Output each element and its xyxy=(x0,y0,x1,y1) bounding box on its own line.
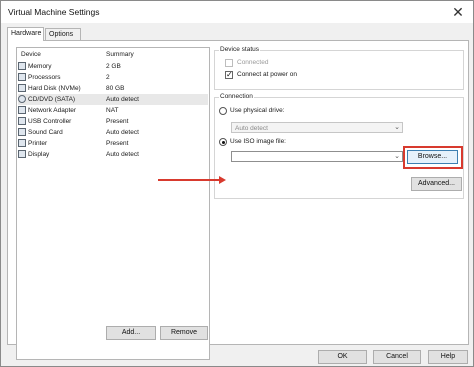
cancel-button[interactable]: Cancel xyxy=(373,350,421,364)
processor-icon xyxy=(18,73,26,81)
device-row-display[interactable]: Display Auto detect xyxy=(18,149,208,160)
hardware-panel: Device Summary Memory 2 GB Processors 2 … xyxy=(7,40,469,360)
connected-checkbox[interactable] xyxy=(225,59,233,67)
use-iso-image-label: Use ISO image file: xyxy=(230,138,286,145)
physical-drive-value: Auto detect xyxy=(235,124,268,132)
display-icon xyxy=(18,150,26,158)
hard-disk-icon xyxy=(18,84,26,92)
device-status-title: Device status xyxy=(219,46,261,53)
device-summary: Auto detect xyxy=(106,128,139,136)
device-name: Processors xyxy=(28,73,61,81)
use-physical-drive-label: Use physical drive: xyxy=(230,107,285,114)
tab-hardware[interactable]: Hardware xyxy=(7,27,44,41)
annotation-arrow-line xyxy=(158,179,222,181)
device-name: Network Adapter xyxy=(28,106,77,114)
device-summary: 2 xyxy=(106,73,110,81)
chevron-down-icon: ⌄ xyxy=(394,153,400,160)
remove-device-button[interactable]: Remove xyxy=(160,326,208,340)
device-summary: Present xyxy=(106,117,129,125)
memory-icon xyxy=(18,62,26,70)
close-window-button[interactable]: ✕ xyxy=(443,1,473,23)
cd-dvd-icon xyxy=(18,95,26,103)
connect-at-power-on-checkbox[interactable] xyxy=(225,70,233,79)
device-name: Hard Disk (NVMe) xyxy=(28,84,81,92)
usb-controller-icon xyxy=(18,117,26,125)
device-name: USB Controller xyxy=(28,117,72,125)
browse-highlight-box xyxy=(403,146,463,169)
connected-label: Connected xyxy=(237,59,269,66)
device-row-hard-disk[interactable]: Hard Disk (NVMe) 80 GB xyxy=(18,83,208,94)
device-row-memory[interactable]: Memory 2 GB xyxy=(18,61,208,72)
device-summary: Auto detect xyxy=(106,150,139,158)
device-row-processors[interactable]: Processors 2 xyxy=(18,72,208,83)
device-list: Device Summary Memory 2 GB Processors 2 … xyxy=(16,47,210,360)
help-button[interactable]: Help xyxy=(428,350,468,364)
device-summary: Present xyxy=(106,139,129,147)
device-name: Sound Card xyxy=(28,128,63,136)
annotation-arrow-head xyxy=(219,176,226,184)
device-column-header[interactable]: Device xyxy=(21,51,41,58)
device-row-printer[interactable]: Printer Present xyxy=(18,138,208,149)
use-iso-image-radio[interactable] xyxy=(219,138,227,146)
ok-button[interactable]: OK xyxy=(318,350,367,364)
device-row-sound-card[interactable]: Sound Card Auto detect xyxy=(18,127,208,138)
device-summary: Auto detect xyxy=(106,95,139,103)
sound-card-icon xyxy=(18,128,26,136)
device-summary: 80 GB xyxy=(106,84,125,92)
network-adapter-icon xyxy=(18,106,26,114)
device-status-group: Device status Connected Connect at power… xyxy=(214,46,464,90)
use-physical-drive-radio[interactable] xyxy=(219,107,227,115)
device-list-header: Device Summary xyxy=(17,48,209,60)
connection-title: Connection xyxy=(219,93,254,100)
chevron-down-icon: ⌄ xyxy=(394,124,400,131)
advanced-button[interactable]: Advanced... xyxy=(411,177,462,191)
window-title: Virtual Machine Settings xyxy=(8,7,100,17)
device-name: CD/DVD (SATA) xyxy=(28,95,76,103)
device-summary: 2 GB xyxy=(106,62,121,70)
title-bar: Virtual Machine Settings ✕ xyxy=(1,1,473,23)
virtual-machine-settings-window: Virtual Machine Settings ✕ Hardware Opti… xyxy=(0,0,474,367)
connect-at-power-on-label: Connect at power on xyxy=(237,71,297,78)
physical-drive-select[interactable]: Auto detect ⌄ xyxy=(231,122,403,133)
summary-column-header[interactable]: Summary xyxy=(106,51,134,58)
device-name: Display xyxy=(28,150,50,158)
printer-icon xyxy=(18,139,26,147)
device-row-cd-dvd[interactable]: CD/DVD (SATA) Auto detect xyxy=(18,94,208,105)
device-name: Printer xyxy=(28,139,48,147)
device-name: Memory xyxy=(28,62,52,70)
device-row-usb-controller[interactable]: USB Controller Present xyxy=(18,116,208,127)
device-summary: NAT xyxy=(106,106,119,114)
iso-path-input[interactable]: ⌄ xyxy=(231,151,403,162)
add-device-button[interactable]: Add... xyxy=(106,326,156,340)
device-row-network-adapter[interactable]: Network Adapter NAT xyxy=(18,105,208,116)
